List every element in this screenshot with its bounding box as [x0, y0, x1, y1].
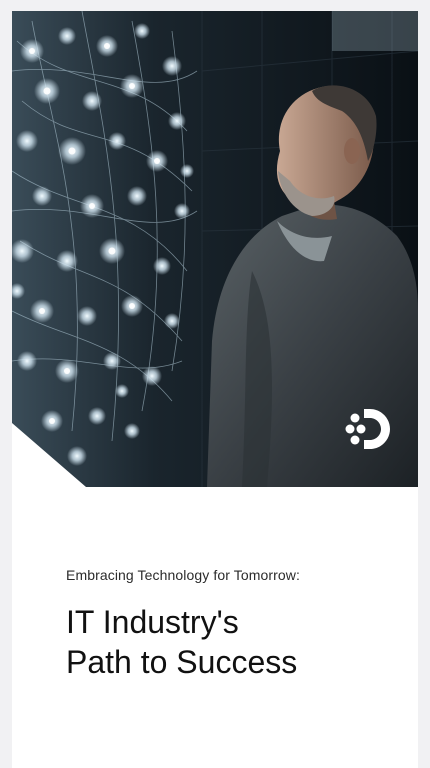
- page: Embracing Technology for Tomorrow: IT In…: [0, 0, 430, 768]
- article-title-line-2: Path to Success: [66, 644, 298, 680]
- article-subtitle: Embracing Technology for Tomorrow:: [66, 567, 300, 583]
- article-card[interactable]: Embracing Technology for Tomorrow: IT In…: [12, 11, 418, 768]
- article-text: Embracing Technology for Tomorrow: IT In…: [66, 566, 398, 682]
- hero-image: [12, 11, 418, 487]
- article-title-line-1: IT Industry's: [66, 604, 239, 640]
- brand-logo-icon: [345, 409, 390, 449]
